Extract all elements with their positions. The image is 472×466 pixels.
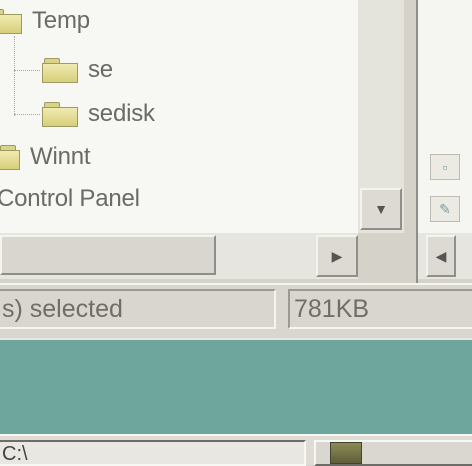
tree-item-label: sedisk <box>88 100 155 127</box>
tree-item-label: Temp <box>32 7 90 34</box>
tree-vertical-scrollbar[interactable]: ▼ <box>358 0 404 233</box>
status-bar: s) selected 781KB <box>0 283 472 337</box>
tree-item-temp[interactable]: Temp <box>0 7 90 35</box>
file-list-pane[interactable]: ▫ ✎ <box>418 0 472 233</box>
explorer-window: Temp se sedisk Winnt Control Panel ▼ ▶ ▫… <box>0 0 472 337</box>
folder-open-icon <box>0 9 22 34</box>
tree-item-label: Control Panel <box>0 185 140 212</box>
status-total-size: 781KB <box>288 289 472 329</box>
right-arrow-icon: ▶ <box>331 247 343 264</box>
folder-tree[interactable]: Temp se sedisk Winnt Control Panel <box>0 0 358 233</box>
tree-item-label: se <box>88 56 113 83</box>
scroll-down-button[interactable]: ▼ <box>360 188 402 230</box>
status-selection-count: s) selected <box>0 289 276 329</box>
folder-icon <box>42 58 78 83</box>
scrollbar-corner <box>358 233 404 279</box>
tree-horizontal-scrollbar[interactable]: ▶ <box>0 233 358 279</box>
file-icon[interactable]: ▫ <box>430 154 460 180</box>
folder-icon <box>42 102 78 127</box>
scroll-right-button[interactable]: ▶ <box>316 235 358 277</box>
shortcut-icon[interactable]: ✎ <box>430 196 460 222</box>
tree-item-se[interactable]: se <box>42 56 113 84</box>
tray-icon[interactable] <box>330 442 362 464</box>
left-arrow-icon: ◀ <box>435 247 447 264</box>
down-arrow-icon: ▼ <box>374 201 388 217</box>
scroll-left-button[interactable]: ◀ <box>426 235 456 277</box>
folder-icon <box>0 145 20 170</box>
scroll-thumb[interactable] <box>0 235 216 275</box>
tree-item-label: Winnt <box>30 143 91 170</box>
tree-connector <box>14 70 40 71</box>
taskbar: C:\ <box>0 434 472 466</box>
tree-item-control-panel[interactable]: Control Panel <box>0 185 140 213</box>
tree-connector <box>14 114 40 115</box>
tree-item-sedisk[interactable]: sedisk <box>42 100 155 128</box>
taskbar-button-explorer[interactable]: C:\ <box>0 440 306 466</box>
desktop-background[interactable] <box>0 338 472 436</box>
pane-splitter[interactable] <box>404 0 418 283</box>
file-list-horizontal-scrollbar[interactable]: ◀ <box>418 233 472 279</box>
tree-connector <box>14 36 15 116</box>
tree-item-winnt[interactable]: Winnt <box>0 143 91 171</box>
